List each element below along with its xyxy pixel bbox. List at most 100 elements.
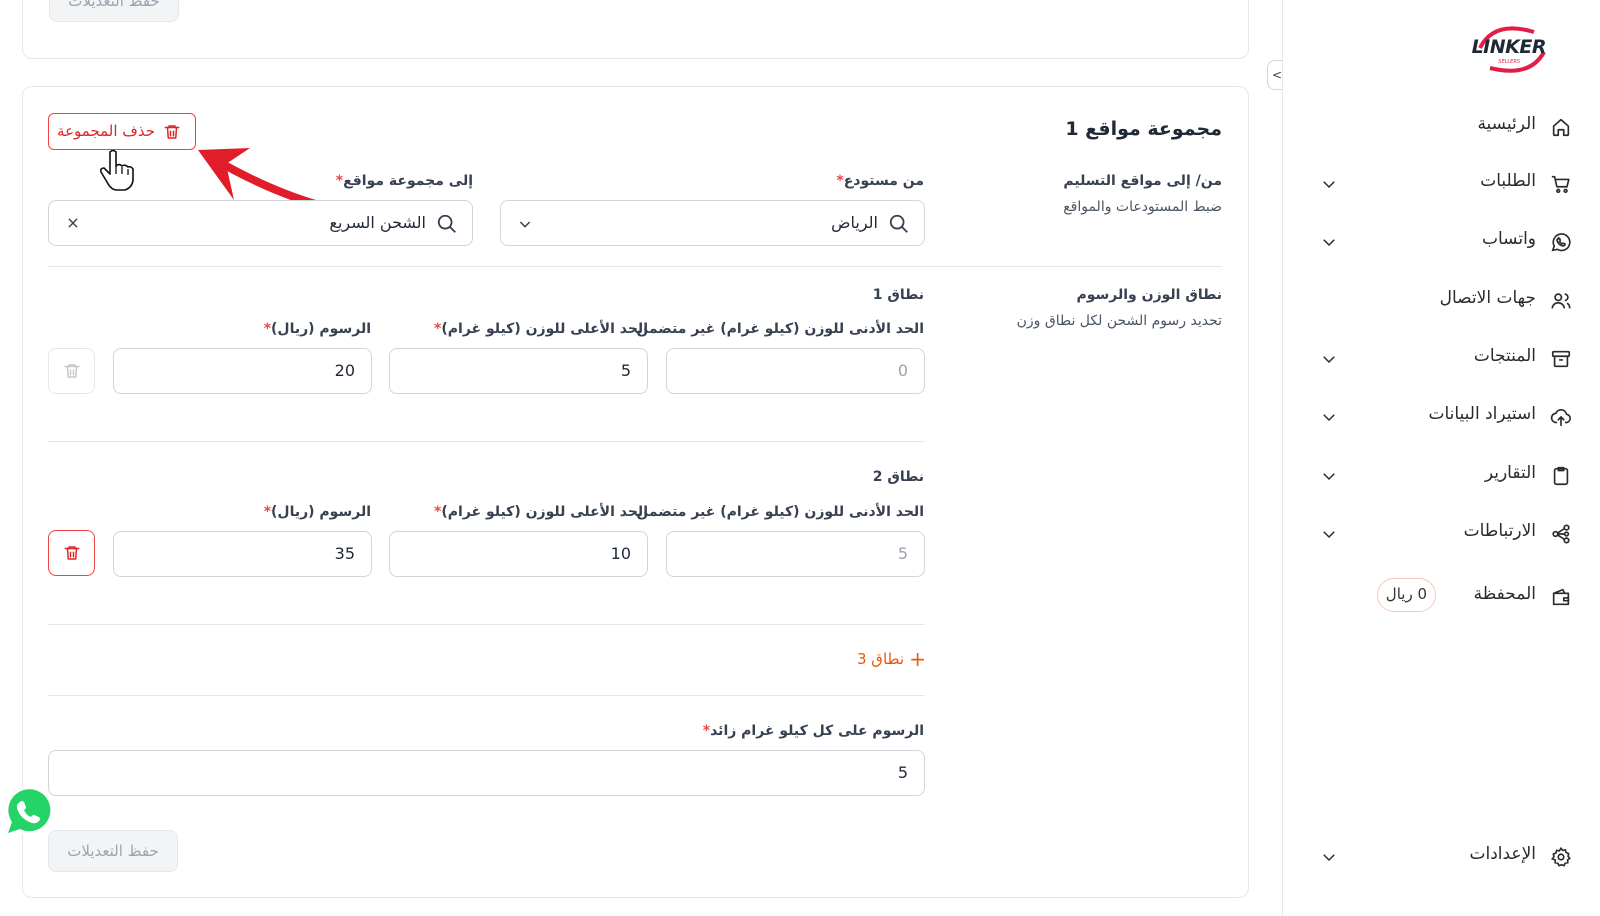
range-2-min-label: الحد الأدنى للوزن (كيلو غرام) غير متضمن <box>636 504 924 520</box>
delete-group-button[interactable]: حذف المجموعة <box>48 113 196 150</box>
range-2-max-value: 10 <box>610 544 631 563</box>
gear-icon <box>1550 846 1571 867</box>
clipboard-icon <box>1553 466 1569 486</box>
brand-logo[interactable]: LINKER SELLERS <box>1471 26 1550 74</box>
sidebar-item-products[interactable]: المنتجات <box>1282 338 1600 378</box>
range-2-fee-input[interactable]: 35 <box>113 531 372 577</box>
range-1-title: نطاق 1 <box>872 287 924 303</box>
sidebar-item-integrations[interactable]: الارتباطات <box>1282 513 1600 553</box>
range-1-min-input[interactable]: 0 <box>666 348 925 394</box>
sidebar-item-label: التقارير <box>1484 463 1536 483</box>
to-group-select[interactable]: الشحن السريع <box>48 200 473 246</box>
range-1-min-label: الحد الأدنى للوزن (كيلو غرام) غير متضمن <box>636 321 924 337</box>
wallet-balance-badge: 0 ريال <box>1376 578 1436 612</box>
chevron-down-icon[interactable] <box>517 216 533 232</box>
sidebar-item-settings[interactable]: الإعدادات <box>1282 836 1600 876</box>
range-2-fee-label: الرسوم (ريال)* <box>263 504 371 520</box>
add-range-button[interactable]: + نطاق 3 <box>850 648 926 672</box>
range-1-fee-label: الرسوم (ريال)* <box>263 321 371 337</box>
range-2-max-label: الحد الأعلى للوزن (كيلو غرام)* <box>434 504 648 520</box>
sidebar-item-label: الطلبات <box>1480 171 1536 191</box>
chevron-down-icon <box>1323 239 1335 247</box>
whatsapp-icon <box>4 787 52 835</box>
sidebar-item-data-import[interactable]: استيراد البيانات <box>1282 396 1600 436</box>
range-1-delete-button[interactable] <box>48 348 95 394</box>
hand-cursor-icon <box>100 149 134 191</box>
logo-subtext: SELLERS <box>1498 59 1520 65</box>
range-divider <box>48 624 925 625</box>
section-divider <box>48 266 1222 267</box>
weight-section-title: نطاق الوزن والرسوم <box>1076 287 1222 303</box>
extra-fee-input[interactable]: 5 <box>48 750 925 796</box>
users-icon <box>1551 293 1571 309</box>
range-1-fee-input[interactable]: 20 <box>113 348 372 394</box>
range-1-max-label: الحد الأعلى للوزن (كيلو غرام)* <box>434 321 648 337</box>
sidebar-item-orders[interactable]: الطلبات <box>1282 163 1600 203</box>
trash-icon <box>164 125 180 139</box>
sidebar-item-label: الارتباطات <box>1463 521 1536 541</box>
to-group-label: إلى مجموعة مواقع* <box>335 173 473 189</box>
sidebar-item-home[interactable]: الرئيسية <box>1282 106 1600 146</box>
sidebar-item-label: المحفظة <box>1473 584 1536 604</box>
to-group-value: الشحن السريع <box>329 213 426 232</box>
clear-icon[interactable] <box>66 216 80 230</box>
sidebar-item-label: الإعدادات <box>1469 844 1536 864</box>
range-1-max-input[interactable]: 5 <box>389 348 648 394</box>
range-1-fee-value: 20 <box>334 361 355 380</box>
search-icon <box>889 214 908 233</box>
cloud-upload-icon <box>1550 408 1571 427</box>
sidebar-item-label: الرئيسية <box>1477 114 1536 134</box>
save-changes-button[interactable]: حفظ التعديلات <box>49 0 179 22</box>
whatsapp-float-button[interactable] <box>0 785 56 839</box>
range-2-delete-button[interactable] <box>48 530 95 576</box>
chevron-down-icon <box>1323 854 1335 862</box>
trash-icon <box>64 364 80 378</box>
chevron-down-icon <box>1323 531 1335 539</box>
cart-icon <box>1551 175 1570 194</box>
plus-icon: + <box>909 647 926 671</box>
extra-fee-label: الرسوم على كل كيلو غرام زائد* <box>702 723 924 739</box>
group-title: مجموعة مواقع 1 <box>1065 118 1222 140</box>
range-divider <box>48 695 925 696</box>
range-1-max-value: 5 <box>620 361 631 380</box>
from-warehouse-select[interactable]: الرياض <box>500 200 925 246</box>
range-2-max-input[interactable]: 10 <box>389 531 648 577</box>
delete-group-label: حذف المجموعة <box>57 122 155 140</box>
from-warehouse-label: من مستودع* <box>836 173 924 189</box>
sidebar-item-whatsapp[interactable]: واتساب <box>1282 221 1600 261</box>
extra-fee-value: 5 <box>897 763 908 782</box>
range-2-title: نطاق 2 <box>872 469 924 485</box>
sidebar-item-reports[interactable]: التقارير <box>1282 455 1600 495</box>
sidebar-item-label: جهات الاتصال <box>1439 288 1536 308</box>
logo-text: LINKER <box>1471 36 1547 58</box>
sidebar-item-label: واتساب <box>1481 229 1536 249</box>
add-range-label: نطاق 3 <box>856 650 904 668</box>
sidebar: LINKER SELLERS الرئيسية الطلبات واتساب ج… <box>1282 0 1600 916</box>
sidebar-item-label: استيراد البيانات <box>1428 404 1536 424</box>
range-2-fee-value: 35 <box>334 544 355 563</box>
chevron-down-icon <box>1323 356 1335 364</box>
sidebar-item-contacts[interactable]: جهات الاتصال <box>1282 280 1600 320</box>
locations-section-title: من/ إلى مواقع التسليم <box>1063 173 1222 189</box>
top-card: حفظ التعديلات <box>22 0 1249 59</box>
save-changes-button[interactable]: حفظ التعديلات <box>48 830 178 872</box>
chevron-down-icon <box>1323 414 1335 422</box>
locations-section-subtitle: ضبط المستودعات والمواقع <box>1063 199 1222 215</box>
range-divider <box>48 441 925 442</box>
sidebar-item-label: المنتجات <box>1473 346 1536 366</box>
wallet-icon <box>1552 588 1570 606</box>
trash-icon <box>64 546 80 560</box>
archive-icon <box>1551 350 1571 368</box>
from-warehouse-value: الرياض <box>831 213 878 232</box>
search-icon <box>437 214 456 233</box>
range-1-min-value: 0 <box>897 361 908 380</box>
share-nodes-icon <box>1552 524 1570 544</box>
chevron-down-icon <box>1323 181 1335 189</box>
sidebar-item-wallet[interactable]: المحفظة 0 ريال <box>1282 576 1600 616</box>
range-2-min-value: 5 <box>897 544 908 563</box>
home-icon <box>1552 118 1570 137</box>
whatsapp-icon <box>1551 233 1571 252</box>
range-2-min-input[interactable]: 5 <box>666 531 925 577</box>
chevron-down-icon <box>1323 473 1335 481</box>
weight-section-subtitle: تحديد رسوم الشحن لكل نطاق وزن <box>1016 313 1222 329</box>
